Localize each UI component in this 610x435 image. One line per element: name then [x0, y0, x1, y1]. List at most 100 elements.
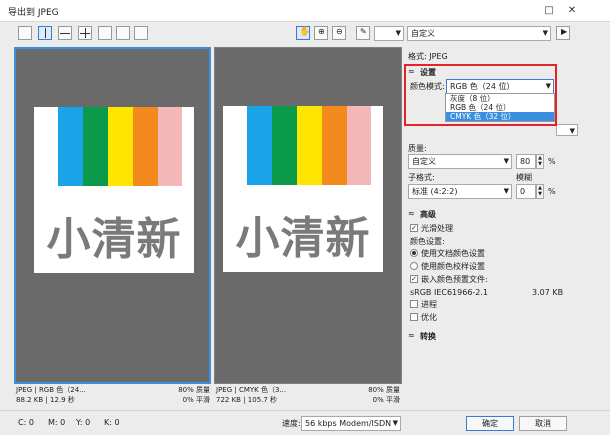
speed-label: 速度: — [282, 419, 301, 428]
color-stripe — [223, 106, 247, 185]
fit-page-button[interactable] — [98, 26, 112, 40]
speed-value: 56 kbps Modem/ISDN — [305, 419, 392, 428]
document-color-radio[interactable] — [410, 249, 418, 257]
color-stripe — [182, 107, 194, 186]
anti-alias-label: 光滑处理 — [421, 224, 453, 233]
chevron-down-icon: ▼ — [392, 419, 398, 427]
document-color-label: 使用文档颜色设置 — [421, 249, 485, 258]
quality-value: 80 — [520, 157, 531, 166]
split-vertical-icon — [45, 28, 46, 38]
split-horizontal-icon — [60, 33, 70, 34]
embed-profile-checkbox[interactable]: ✓ — [410, 275, 418, 283]
smoothing-input[interactable]: 0 — [516, 184, 536, 199]
color-stripe — [371, 106, 383, 185]
preview-pane-right[interactable]: 小清新 — [214, 47, 402, 384]
transform-header: 转换 — [420, 332, 436, 341]
preview-image-right: 小清新 — [223, 106, 383, 272]
quality-info: 80% 质量 — [178, 386, 210, 394]
preview-info-right: JPEG | CMYK 色（3... 722 KB | 105.7 秒 — [216, 385, 286, 405]
expand-icon[interactable]: ≈ — [408, 331, 415, 340]
color-stripe — [83, 107, 108, 186]
zoom-in-button[interactable]: ⊕ — [314, 26, 328, 40]
chevron-down-icon: ▼ — [503, 187, 509, 195]
percent-label: % — [548, 157, 556, 166]
optimize-checkbox[interactable] — [410, 313, 418, 321]
black-value: K: 0 — [104, 418, 120, 427]
quality-preset-value: 自定义 — [412, 157, 436, 166]
collapse-icon[interactable]: ≈ — [408, 209, 415, 218]
swatch-dropdown[interactable]: ▼ — [374, 26, 404, 41]
single-view-button[interactable] — [18, 26, 32, 40]
optimize-label: 优化 — [421, 313, 437, 322]
quality-input[interactable]: 80 — [516, 154, 536, 169]
image-export-2-button[interactable] — [134, 26, 148, 40]
proof-color-radio[interactable] — [410, 262, 418, 270]
smoothing-spinner[interactable]: ▲ ▼ — [536, 184, 544, 199]
maximize-icon[interactable]: □ — [542, 4, 556, 18]
color-stripe — [322, 106, 347, 185]
profile-name: sRGB IEC61966-2.1 — [410, 288, 489, 297]
chevron-down-icon: ▼ — [395, 29, 401, 37]
color-settings-label: 颜色设置: — [410, 237, 445, 246]
toolbar: ✋ ⊕ ⊖ ✎ ▼ 自定义 ▼ ▶ — [0, 24, 610, 46]
smoothing-info: 0% 平滑 — [182, 396, 210, 404]
cyan-value: C: 0 — [18, 418, 34, 427]
color-stripe — [58, 107, 83, 186]
yellow-value: Y: 0 — [76, 418, 91, 427]
embed-profile-label: 嵌入颜色预置文件: — [421, 275, 488, 284]
quality-info: 80% 质量 — [368, 386, 400, 394]
color-stripe — [133, 107, 158, 186]
preset-dropdown[interactable]: 自定义 ▼ — [407, 26, 551, 41]
chevron-down-icon: ▼ — [542, 29, 548, 37]
advanced-header: 高级 — [420, 210, 436, 219]
matte-color-dropdown[interactable]: ▼ — [556, 124, 578, 136]
play-icon: ▶ — [561, 27, 568, 36]
color-stripe — [108, 107, 133, 186]
percent-label: % — [548, 187, 556, 196]
color-stripe — [247, 106, 272, 185]
eyedropper-button[interactable]: ✎ — [356, 26, 370, 40]
window-title: 导出到 JPEG — [8, 8, 59, 18]
cancel-button[interactable]: 取消 — [519, 416, 567, 431]
progressive-checkbox[interactable] — [410, 300, 418, 308]
preset-value: 自定义 — [411, 29, 435, 38]
subformat-value: 标准 (4:2:2) — [412, 187, 458, 196]
color-stripe — [34, 107, 58, 186]
format-label: 格式: JPEG — [408, 52, 448, 61]
subformat-dropdown[interactable]: 标准 (4:2:2) ▼ — [408, 184, 512, 199]
chevron-down-icon: ▼ — [503, 157, 509, 165]
smoothing-info: 0% 平滑 — [372, 396, 400, 404]
pan-tool-button[interactable]: ✋ — [296, 26, 310, 40]
color-stripe — [158, 107, 182, 186]
ok-button[interactable]: 确定 — [466, 416, 514, 431]
format-info: JPEG | RGB 色（24... — [16, 386, 86, 394]
color-stripe — [347, 106, 371, 185]
hand-icon: ✋ — [299, 27, 311, 37]
preview-info-left: JPEG | RGB 色（24... 88.2 KB | 12.9 秒 — [16, 385, 86, 405]
image-export-button[interactable] — [116, 26, 130, 40]
chevron-down-icon: ▼ — [569, 127, 575, 135]
preview-pane-left[interactable]: 小清新 — [14, 47, 211, 384]
subformat-label: 子格式: — [408, 173, 435, 182]
zoom-out-button[interactable]: ⊖ — [332, 26, 346, 40]
format-info: JPEG | CMYK 色（3... — [216, 386, 287, 394]
split-horizontal-button[interactable] — [58, 26, 72, 40]
caption-text: 小清新 — [46, 214, 182, 265]
zoom-in-icon: ⊕ — [318, 27, 325, 36]
speed-dropdown[interactable]: 56 kbps Modem/ISDN ▼ — [301, 416, 401, 431]
close-icon[interactable]: ✕ — [565, 4, 579, 18]
highlight-annotation — [404, 64, 557, 126]
split-vertical-button[interactable] — [38, 26, 52, 40]
smoothing-label: 模糊 — [516, 173, 532, 182]
progressive-label: 进程 — [421, 300, 437, 309]
preview-image-left: 小清新 — [34, 107, 194, 273]
profile-size: 3.07 KB — [532, 288, 564, 297]
preset-menu-button[interactable]: ▶ — [556, 26, 570, 40]
smoothing-value: 0 — [520, 187, 526, 196]
quad-view-button[interactable] — [78, 26, 92, 40]
quality-preset-dropdown[interactable]: 自定义 ▼ — [408, 154, 512, 169]
quality-spinner[interactable]: ▲ ▼ — [536, 154, 544, 169]
anti-alias-checkbox[interactable]: ✓ — [410, 224, 418, 232]
size-info: 88.2 KB | 12.9 秒 — [16, 396, 75, 404]
zoom-out-icon: ⊖ — [336, 27, 343, 36]
